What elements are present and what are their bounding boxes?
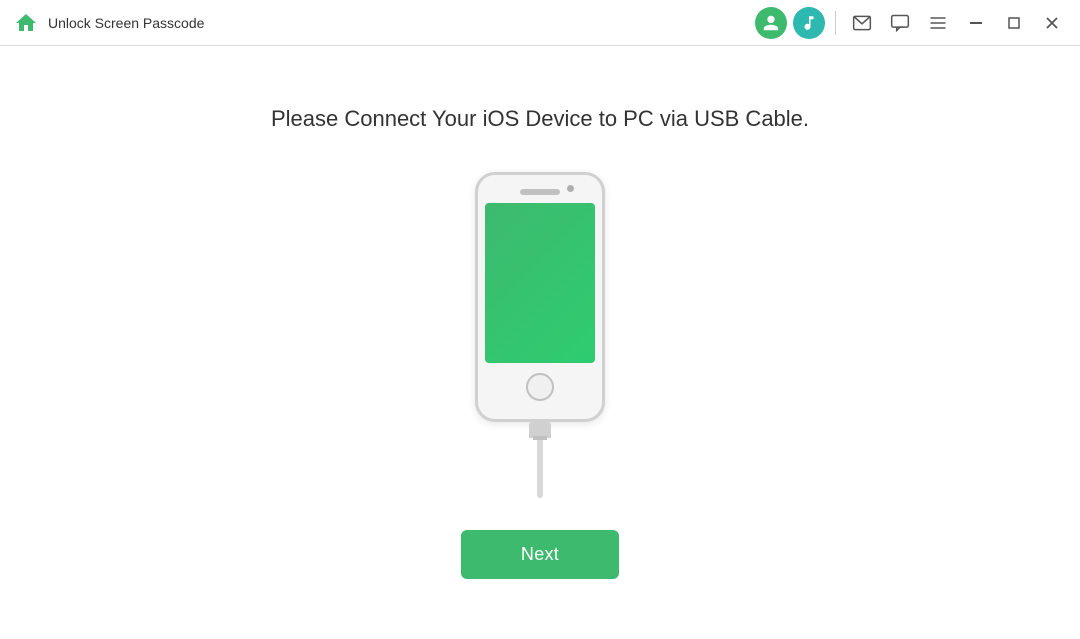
home-icon[interactable] — [12, 9, 40, 37]
menu-icon[interactable] — [922, 7, 954, 39]
title-bar: Unlock Screen Passcode — [0, 0, 1080, 46]
title-bar-left: Unlock Screen Passcode — [12, 9, 755, 37]
phone-illustration — [475, 172, 605, 498]
instruction-text: Please Connect Your iOS Device to PC via… — [271, 106, 809, 132]
phone-speaker — [520, 189, 560, 195]
maximize-button[interactable] — [998, 7, 1030, 39]
chat-icon[interactable] — [884, 7, 916, 39]
cable-wire — [537, 438, 543, 498]
mail-icon[interactable] — [846, 7, 878, 39]
feature-icon[interactable] — [793, 7, 825, 39]
title-bar-right — [755, 7, 1068, 39]
app-title: Unlock Screen Passcode — [48, 15, 204, 31]
usb-cable — [529, 422, 551, 498]
user-account-icon[interactable] — [755, 7, 787, 39]
cable-connector — [529, 422, 551, 438]
main-content: Please Connect Your iOS Device to PC via… — [0, 46, 1080, 639]
phone-camera — [567, 185, 574, 192]
close-button[interactable] — [1036, 7, 1068, 39]
divider — [835, 11, 836, 35]
phone-body — [475, 172, 605, 422]
phone-home-button — [526, 373, 554, 401]
minimize-button[interactable] — [960, 7, 992, 39]
next-button[interactable]: Next — [461, 530, 619, 579]
phone-screen — [485, 203, 595, 363]
